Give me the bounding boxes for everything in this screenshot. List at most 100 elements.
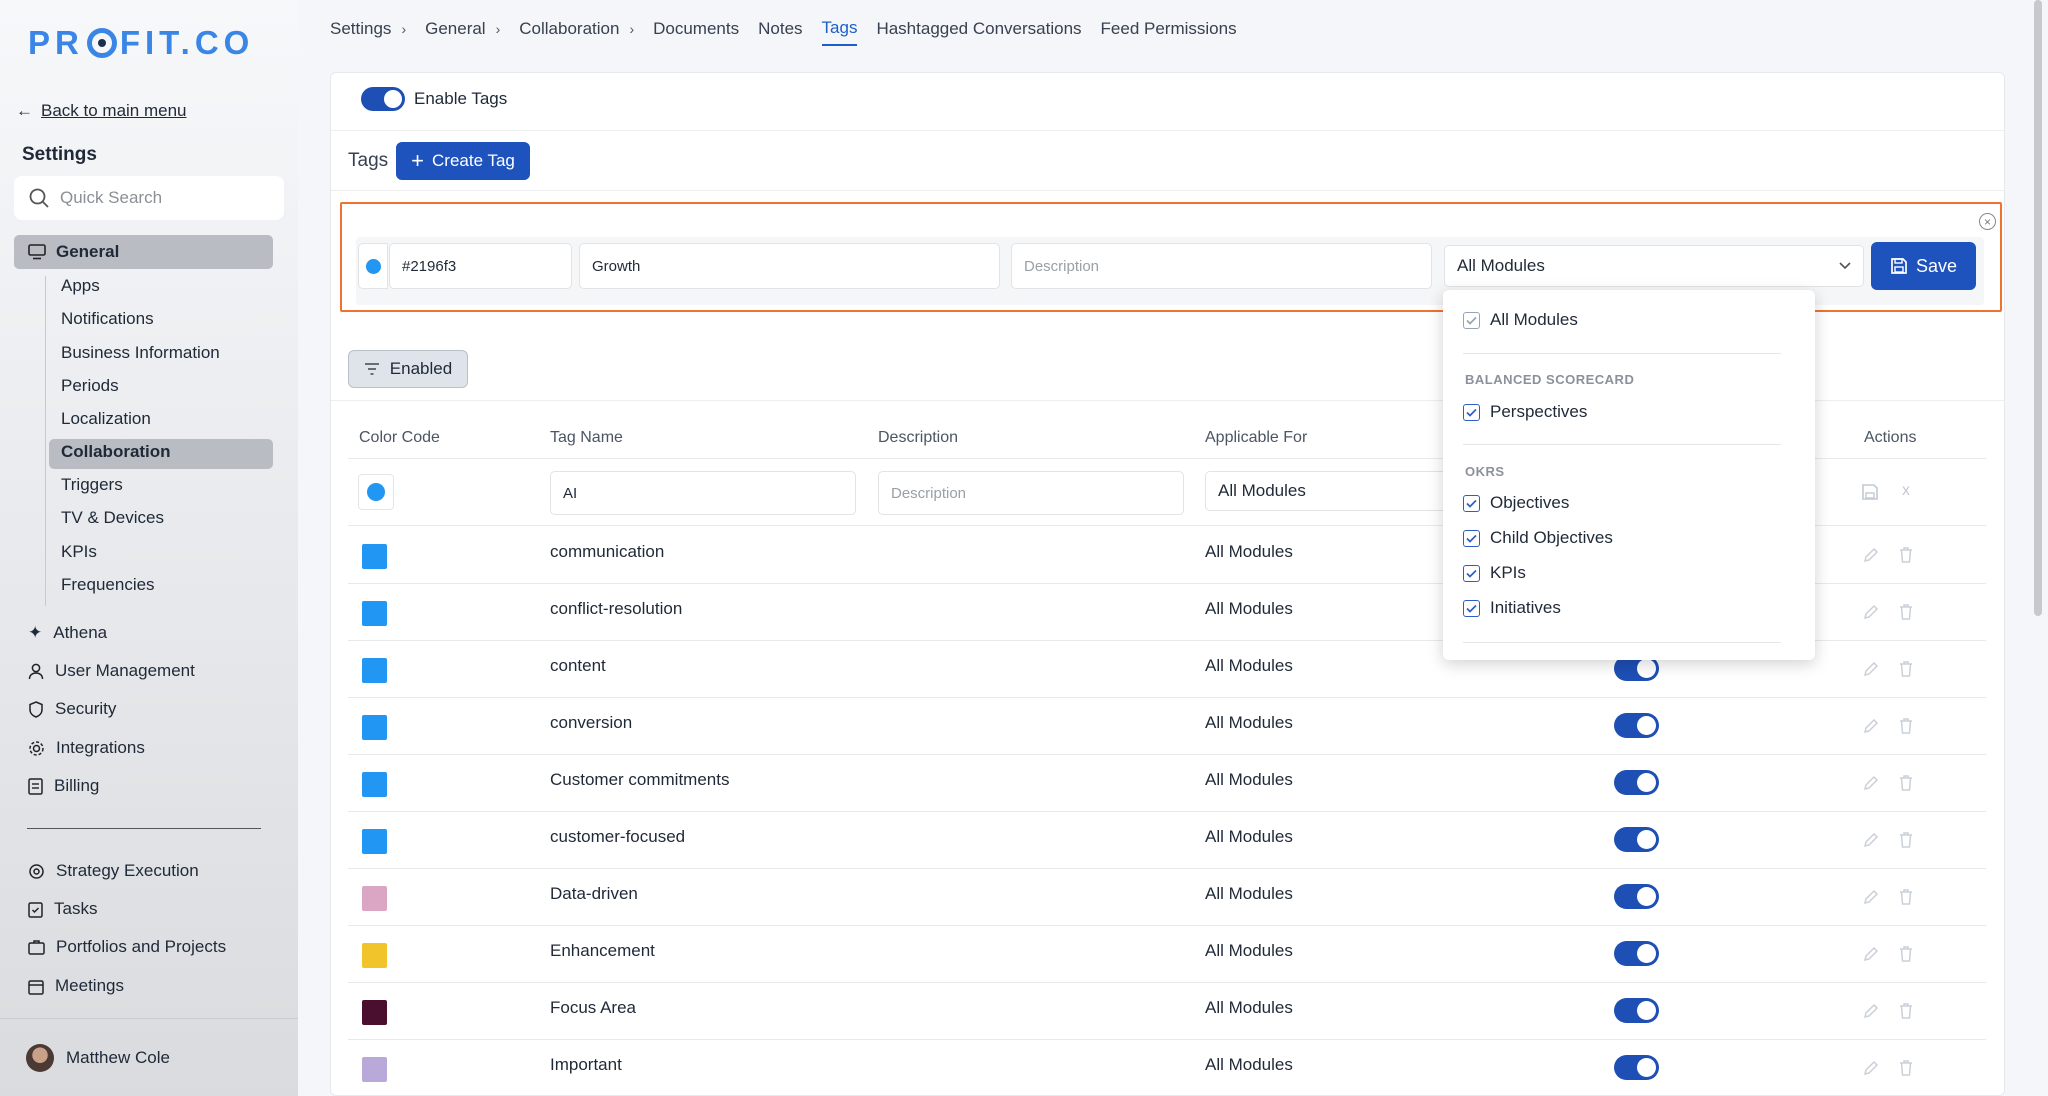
edit-pencil-icon[interactable] <box>1862 660 1880 678</box>
tag-enabled-toggle[interactable] <box>1614 712 1659 743</box>
tag-enabled-toggle[interactable] <box>1614 940 1659 971</box>
back-link-label: Back to main menu <box>41 101 187 120</box>
tag-enabled-toggle[interactable] <box>1614 655 1659 686</box>
delete-trash-icon[interactable] <box>1898 546 1914 564</box>
tag-enabled-toggle[interactable] <box>1614 883 1659 914</box>
edit-pencil-icon[interactable] <box>1862 774 1880 792</box>
tag-enabled-toggle[interactable] <box>1614 997 1659 1028</box>
sidebar-item-security[interactable]: Security <box>28 699 116 719</box>
sidebar-item-general[interactable]: General <box>14 235 273 269</box>
tab-feed-permissions[interactable]: Feed Permissions <box>1101 12 1237 46</box>
sidebar-sub-frequencies[interactable]: Frequencies <box>61 575 155 595</box>
swatch-fill <box>362 771 387 797</box>
sidebar-sub-localization[interactable]: Localization <box>61 409 151 429</box>
save-button[interactable]: Save <box>1871 242 1976 290</box>
edit-pencil-icon[interactable] <box>1862 888 1880 906</box>
dropdown-option-all-modules[interactable]: All Modules <box>1463 310 1578 330</box>
color-hex-input[interactable]: #2196f3 <box>389 243 572 289</box>
sidebar-item-integrations[interactable]: Integrations <box>28 738 145 758</box>
new-row-save-icon[interactable] <box>1861 483 1879 501</box>
user-profile[interactable]: Matthew Cole <box>0 1018 298 1096</box>
sidebar-item-label: Athena <box>53 623 108 642</box>
tag-name-input[interactable]: Growth <box>579 243 1000 289</box>
delete-trash-icon[interactable] <box>1898 888 1914 906</box>
breadcrumb-general[interactable]: General › <box>425 12 500 46</box>
row-divider <box>348 811 1986 812</box>
sidebar-item-label: Strategy Execution <box>56 861 199 880</box>
dropdown-option-objectives[interactable]: Objectives <box>1463 493 1569 513</box>
save-icon <box>1890 257 1908 275</box>
new-row-color-picker[interactable] <box>358 474 394 510</box>
applicable-for-cell: All Modules <box>1205 712 1293 732</box>
delete-trash-icon[interactable] <box>1898 1002 1914 1020</box>
tab-hashtagged-conversations[interactable]: Hashtagged Conversations <box>876 12 1081 46</box>
enable-tags-toggle[interactable] <box>361 87 405 111</box>
tag-enabled-toggle[interactable] <box>1614 826 1659 857</box>
edit-pencil-icon[interactable] <box>1862 945 1880 963</box>
sidebar-item-strategy-execution[interactable]: Strategy Execution <box>28 861 199 881</box>
sidebar-item-tasks[interactable]: Tasks <box>28 899 97 919</box>
checkbox-checked-icon <box>1463 494 1480 512</box>
sidebar-sub-notifications[interactable]: Notifications <box>61 309 154 329</box>
tag-name-cell: Data-driven <box>550 883 638 903</box>
dropdown-option-perspectives[interactable]: Perspectives <box>1463 402 1587 422</box>
tag-name-cell: Customer commitments <box>550 769 730 789</box>
module-select[interactable]: All Modules <box>1444 245 1864 287</box>
sidebar-sub-collaboration[interactable]: Collaboration <box>61 442 171 462</box>
delete-trash-icon[interactable] <box>1898 603 1914 621</box>
new-tag-module-select[interactable]: All Modules <box>1205 471 1455 511</box>
create-tag-label: Create Tag <box>432 151 515 170</box>
edit-pencil-icon[interactable] <box>1862 717 1880 735</box>
sidebar-item-user-management[interactable]: User Management <box>28 661 195 681</box>
edit-pencil-icon[interactable] <box>1862 1002 1880 1020</box>
new-tag-description-input[interactable]: Description <box>878 471 1184 515</box>
new-tag-name-input[interactable]: AI <box>550 471 856 515</box>
tab-notes[interactable]: Notes <box>758 12 802 46</box>
calendar-icon <box>28 978 44 995</box>
tab-tags[interactable]: Tags <box>821 12 858 46</box>
delete-trash-icon[interactable] <box>1898 774 1914 792</box>
new-row-cancel-icon[interactable]: x <box>1902 482 1910 500</box>
breadcrumb-settings[interactable]: Settings › <box>330 12 406 46</box>
create-tag-button[interactable]: + Create Tag <box>396 142 530 180</box>
tab-documents[interactable]: Documents <box>653 12 739 46</box>
dropdown-separator <box>1463 353 1781 354</box>
sidebar-item-meetings[interactable]: Meetings <box>28 976 124 996</box>
breadcrumb-collaboration[interactable]: Collaboration › <box>519 12 634 46</box>
delete-trash-icon[interactable] <box>1898 660 1914 678</box>
applicable-for-cell: All Modules <box>1205 883 1293 903</box>
applicable-for-cell: All Modules <box>1205 655 1293 675</box>
delete-trash-icon[interactable] <box>1898 831 1914 849</box>
edit-pencil-icon[interactable] <box>1862 603 1880 621</box>
profit-co-logo[interactable]: PR FIT.CO <box>28 24 254 62</box>
back-to-main-menu-link[interactable]: ← Back to main menu <box>16 101 187 121</box>
sidebar-sub-triggers[interactable]: Triggers <box>61 475 123 495</box>
dropdown-option-kpis[interactable]: KPIs <box>1463 563 1526 583</box>
delete-trash-icon[interactable] <box>1898 945 1914 963</box>
page-scrollbar[interactable] <box>2034 0 2042 616</box>
tag-enabled-toggle[interactable] <box>1614 769 1659 800</box>
tag-enabled-toggle[interactable] <box>1614 1054 1659 1085</box>
edit-pencil-icon[interactable] <box>1862 831 1880 849</box>
description-input[interactable]: Description <box>1011 243 1432 289</box>
toggle-switch <box>1614 712 1659 738</box>
edit-pencil-icon[interactable] <box>1862 1059 1880 1077</box>
edit-pencil-icon[interactable] <box>1862 546 1880 564</box>
enabled-filter-button[interactable]: Enabled <box>348 350 468 388</box>
sidebar-sub-apps[interactable]: Apps <box>61 276 100 296</box>
sidebar-sub-kpis[interactable]: KPIs <box>61 542 97 562</box>
swatch-fill <box>362 543 387 569</box>
sidebar-sub-business-information[interactable]: Business Information <box>61 343 220 363</box>
dropdown-option-child-objectives[interactable]: Child Objectives <box>1463 528 1613 548</box>
sidebar-sub-tv-devices[interactable]: TV & Devices <box>61 508 164 528</box>
dropdown-option-initiatives[interactable]: Initiatives <box>1463 598 1561 618</box>
quick-search-input[interactable]: Quick Search <box>14 176 284 220</box>
sidebar-item-portfolios[interactable]: Portfolios and Projects <box>28 937 226 957</box>
delete-trash-icon[interactable] <box>1898 717 1914 735</box>
sidebar-sub-periods[interactable]: Periods <box>61 376 119 396</box>
color-picker-swatch[interactable] <box>358 243 388 289</box>
close-editor-icon[interactable]: × <box>1979 213 1996 230</box>
sidebar-item-billing[interactable]: Billing <box>28 776 99 796</box>
sidebar-item-athena[interactable]: ✦ Athena <box>28 623 107 643</box>
delete-trash-icon[interactable] <box>1898 1059 1914 1077</box>
